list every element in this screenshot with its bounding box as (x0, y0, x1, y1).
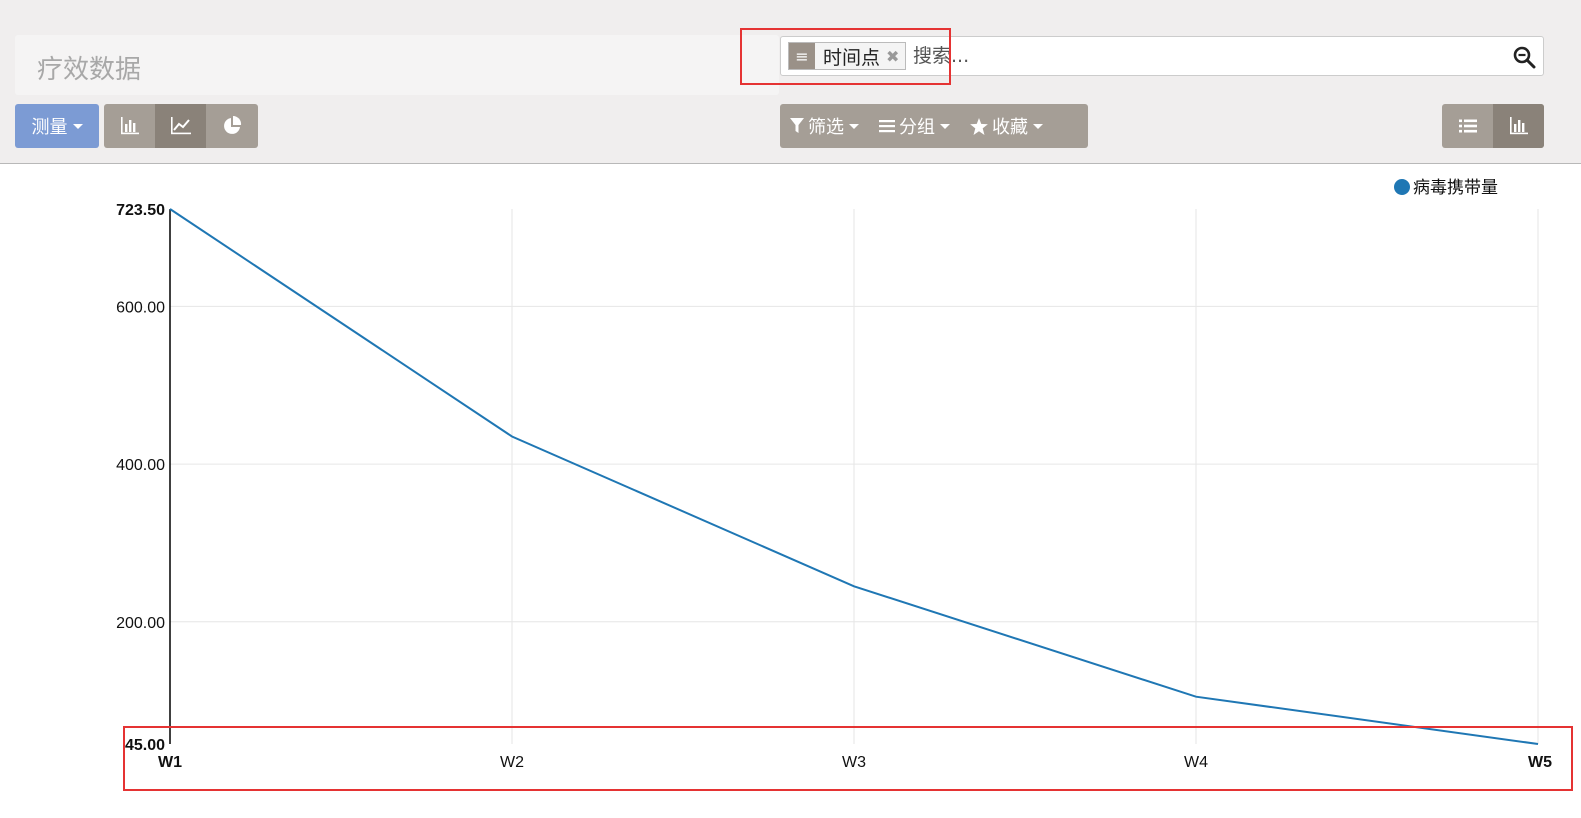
search-input[interactable] (913, 43, 1493, 69)
caret-down-icon (1033, 123, 1043, 129)
breadcrumb: 疗效数据 (15, 35, 779, 95)
chart-grid (170, 209, 1539, 744)
pie-chart-icon (223, 116, 241, 134)
search-facet[interactable]: ≡ 时间点 ✖ (788, 42, 907, 70)
measure-label: 测量 (31, 117, 68, 138)
favorites-button[interactable]: 收藏 (960, 104, 1053, 148)
group-by-label: 分组 (899, 117, 935, 138)
view-switcher (1442, 104, 1544, 148)
list-view-button[interactable] (1442, 104, 1493, 148)
x-tick-label: W2 (500, 754, 524, 771)
graph-view-icon (1509, 117, 1528, 135)
bar-chart-icon (120, 117, 139, 135)
line-chart: 723.50600.00400.00200.0045.00W1 W2 W3 W4 W5 … (116, 178, 1552, 771)
legend-label: 病毒携带量 (1413, 178, 1498, 198)
x-tick-label: W4 (1184, 754, 1208, 771)
caret-down-icon (72, 123, 83, 129)
group-by-button[interactable]: 分组 (869, 104, 960, 148)
search-icon[interactable] (1512, 45, 1536, 69)
caret-down-icon (849, 123, 859, 129)
facet-label: 时间点 (823, 46, 881, 69)
legend-swatch[interactable] (1394, 179, 1410, 195)
filter-button[interactable]: 筛选 (780, 104, 869, 148)
favorites-label: 收藏 (992, 117, 1028, 138)
chart-type-group (104, 104, 258, 148)
list-view-icon (1458, 119, 1477, 133)
star-icon (970, 117, 988, 135)
y-tick-label: 723.50 (116, 202, 165, 219)
y-tick-label: 400.00 (116, 457, 165, 474)
remove-facet-icon[interactable]: ✖ (886, 47, 905, 66)
chart-axes: 723.50 600.00 400.00 200.00 45.00W1 W2 W3 W4 W5 (116, 202, 1552, 771)
list-icon (879, 120, 895, 133)
search-options: 筛选 分组 收藏 (780, 104, 1088, 148)
x-tick-label: W1 (158, 754, 182, 771)
line-chart-button[interactable] (155, 104, 206, 148)
y-tick-label: 45.00 (125, 737, 165, 754)
page-title: 疗效数据 (37, 55, 142, 85)
search-bar[interactable]: ≡ 时间点 ✖ (780, 36, 1544, 76)
bar-chart-button[interactable] (104, 104, 155, 148)
line-chart-icon (170, 117, 191, 135)
y-tick-label: 200.00 (116, 615, 165, 632)
group-by-icon: ≡ (789, 43, 815, 69)
x-tick-label: W3 (842, 754, 866, 771)
caret-down-icon (940, 123, 950, 129)
pie-chart-button[interactable] (206, 104, 257, 148)
x-tick-label: W5 (1528, 754, 1552, 771)
filter-label: 筛选 (808, 117, 844, 138)
control-panel: 疗效数据 ≡ 时间点 ✖ 测量 (0, 0, 1581, 164)
measure-button[interactable]: 测量 (15, 104, 99, 148)
filter-icon (790, 118, 804, 133)
y-tick-label: 600.00 (116, 299, 165, 316)
graph-view-button[interactable] (1493, 104, 1544, 148)
chart-legend: 病毒携带量 (1394, 178, 1498, 198)
